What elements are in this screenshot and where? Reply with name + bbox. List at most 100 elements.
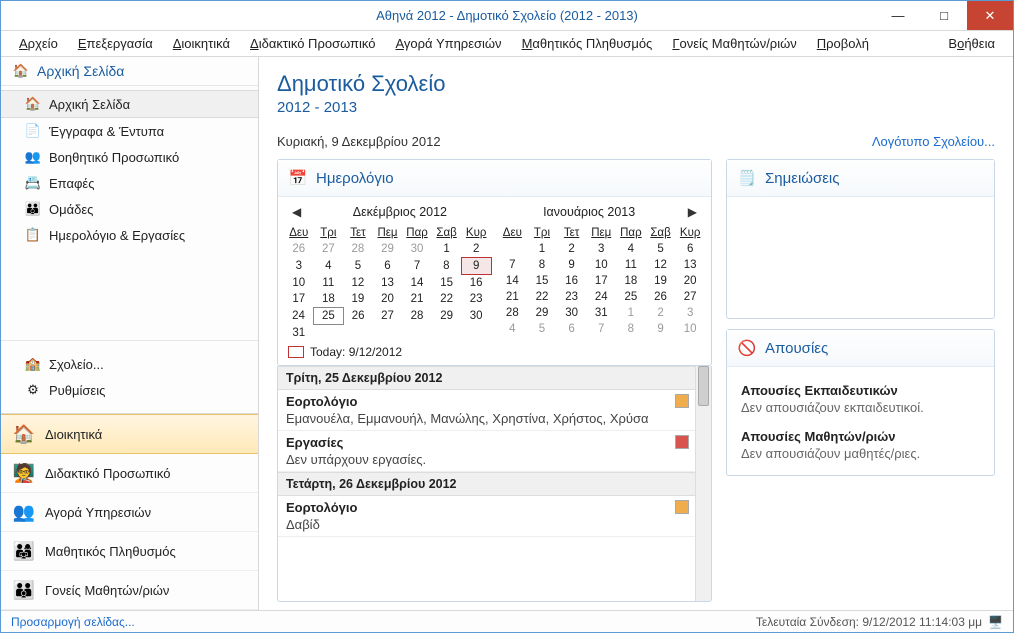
cal-day[interactable]: 18 [314, 291, 344, 308]
menu-item[interactable]: Επεξεργασία [68, 32, 163, 55]
menu-item[interactable]: Γονείς Μαθητών/ριών [662, 32, 806, 55]
cal-day[interactable]: 27 [314, 241, 344, 258]
cal-prev-button[interactable]: ◀ [288, 205, 305, 219]
customize-page-link[interactable]: Προσαρμογή σελίδας... [11, 615, 135, 629]
cal-day[interactable]: 30 [557, 305, 587, 321]
cal-day[interactable]: 27 [373, 308, 403, 325]
cal-day[interactable]: 8 [527, 257, 557, 273]
sidebar-item[interactable]: 📋Ημερολόγιο & Εργασίες [1, 222, 258, 248]
bottom-nav-item[interactable]: 🧑‍🏫Διδακτικό Προσωπικό [1, 454, 258, 493]
menu-item[interactable]: Μαθητικός Πληθυσμός [512, 32, 663, 55]
cal-day[interactable]: 5 [527, 321, 557, 337]
agenda-section[interactable]: ΕορτολόγιοΕμανουέλα, Εμμανουήλ, Μανώλης,… [278, 390, 695, 431]
cal-day[interactable]: 22 [527, 289, 557, 305]
bottom-nav-item[interactable]: 👨‍👩‍👧Μαθητικός Πληθυσμός [1, 532, 258, 571]
cal-day[interactable]: 2 [461, 241, 491, 258]
bottom-nav-item[interactable]: 🏠Διοικητικά [1, 414, 258, 454]
cal-day[interactable]: 5 [343, 258, 373, 275]
cal-day[interactable]: 24 [586, 289, 616, 305]
cal-day[interactable]: 2 [557, 241, 587, 257]
cal-day[interactable]: 13 [675, 257, 705, 273]
cal-day[interactable]: 7 [586, 321, 616, 337]
cal-day[interactable]: 3 [284, 258, 314, 275]
cal-day[interactable]: 30 [402, 241, 432, 258]
cal-day[interactable]: 15 [432, 275, 462, 292]
cal-day[interactable]: 22 [432, 291, 462, 308]
cal-day[interactable]: 30 [461, 308, 491, 325]
bottom-nav-item[interactable]: 👪Γονείς Μαθητών/ριών [1, 571, 258, 610]
cal-day[interactable]: 12 [343, 275, 373, 292]
cal-day[interactable]: 26 [284, 241, 314, 258]
cal-day[interactable]: 25 [616, 289, 646, 305]
cal-day[interactable]: 10 [675, 321, 705, 337]
cal-day[interactable]: 8 [432, 258, 462, 275]
menu-item[interactable]: Διοικητικά [163, 32, 240, 55]
sidebar-item[interactable]: 📇Επαφές [1, 170, 258, 196]
cal-day[interactable]: 4 [498, 321, 528, 337]
cal-day[interactable]: 9 [461, 258, 491, 275]
cal-day[interactable]: 29 [373, 241, 403, 258]
cal-day[interactable]: 15 [527, 273, 557, 289]
cal-day[interactable]: 20 [373, 291, 403, 308]
close-button[interactable]: ✕ [967, 1, 1013, 30]
cal-day[interactable]: 24 [284, 308, 314, 325]
agenda-section[interactable]: ΕργασίεςΔεν υπάρχουν εργασίες. [278, 431, 695, 472]
minimize-button[interactable]: — [875, 1, 921, 30]
cal-day[interactable]: 19 [343, 291, 373, 308]
cal-day[interactable]: 19 [646, 273, 676, 289]
school-logo-link[interactable]: Λογότυπο Σχολείου... [872, 134, 995, 149]
menu-item[interactable]: Προβολή [807, 32, 879, 55]
cal-day[interactable]: 1 [616, 305, 646, 321]
sidebar-item[interactable]: 🏠Αρχική Σελίδα [1, 90, 258, 118]
maximize-button[interactable]: □ [921, 1, 967, 30]
cal-day[interactable]: 13 [373, 275, 403, 292]
cal-day[interactable]: 28 [343, 241, 373, 258]
cal-day[interactable]: 21 [402, 291, 432, 308]
bottom-nav-item[interactable]: 👥Αγορά Υπηρεσιών [1, 493, 258, 532]
cal-day[interactable]: 6 [373, 258, 403, 275]
cal-day[interactable]: 14 [498, 273, 528, 289]
cal-day[interactable]: 11 [616, 257, 646, 273]
cal-day[interactable]: 29 [527, 305, 557, 321]
cal-day[interactable]: 3 [586, 241, 616, 257]
menu-help[interactable]: Βοήθεια [938, 32, 1005, 55]
menu-item[interactable]: Διδακτικό Προσωπικό [240, 32, 385, 55]
cal-day[interactable]: 26 [646, 289, 676, 305]
cal-day[interactable]: 9 [557, 257, 587, 273]
cal-day[interactable]: 8 [616, 321, 646, 337]
cal-day[interactable]: 7 [402, 258, 432, 275]
cal-day[interactable]: 9 [646, 321, 676, 337]
cal-day[interactable]: 6 [675, 241, 705, 257]
agenda-section[interactable]: ΕορτολόγιοΔαβίδ [278, 496, 695, 537]
cal-day[interactable]: 29 [432, 308, 462, 325]
cal-day[interactable]: 20 [675, 273, 705, 289]
cal-next-button[interactable]: ▶ [684, 205, 701, 219]
sidebar-item[interactable]: 👥Βοηθητικό Προσωπικό [1, 144, 258, 170]
cal-day[interactable]: 31 [586, 305, 616, 321]
cal-day[interactable]: 23 [461, 291, 491, 308]
cal-day[interactable]: 31 [284, 325, 314, 341]
cal-day[interactable]: 17 [586, 273, 616, 289]
cal-day[interactable]: 1 [527, 241, 557, 257]
menu-item[interactable]: Αγορά Υπηρεσιών [385, 32, 511, 55]
agenda-scrollbar[interactable] [695, 366, 711, 602]
cal-day[interactable]: 12 [646, 257, 676, 273]
cal-day[interactable]: 28 [402, 308, 432, 325]
cal-day[interactable]: 4 [616, 241, 646, 257]
cal-day[interactable]: 21 [498, 289, 528, 305]
cal-day[interactable]: 16 [557, 273, 587, 289]
cal-day[interactable]: 10 [284, 275, 314, 292]
cal-day[interactable]: 1 [432, 241, 462, 258]
cal-day[interactable]: 11 [314, 275, 344, 292]
cal-day[interactable]: 2 [646, 305, 676, 321]
sidebar-item[interactable]: 👪Ομάδες [1, 196, 258, 222]
cal-day[interactable]: 6 [557, 321, 587, 337]
cal-day[interactable]: 3 [675, 305, 705, 321]
cal-day[interactable]: 16 [461, 275, 491, 292]
cal-day[interactable]: 14 [402, 275, 432, 292]
cal-day[interactable]: 10 [586, 257, 616, 273]
cal-day[interactable]: 25 [314, 308, 344, 325]
sidebar-lower-item[interactable]: ⚙Ρυθμίσεις [1, 377, 258, 403]
cal-day[interactable]: 23 [557, 289, 587, 305]
cal-day[interactable]: 5 [646, 241, 676, 257]
